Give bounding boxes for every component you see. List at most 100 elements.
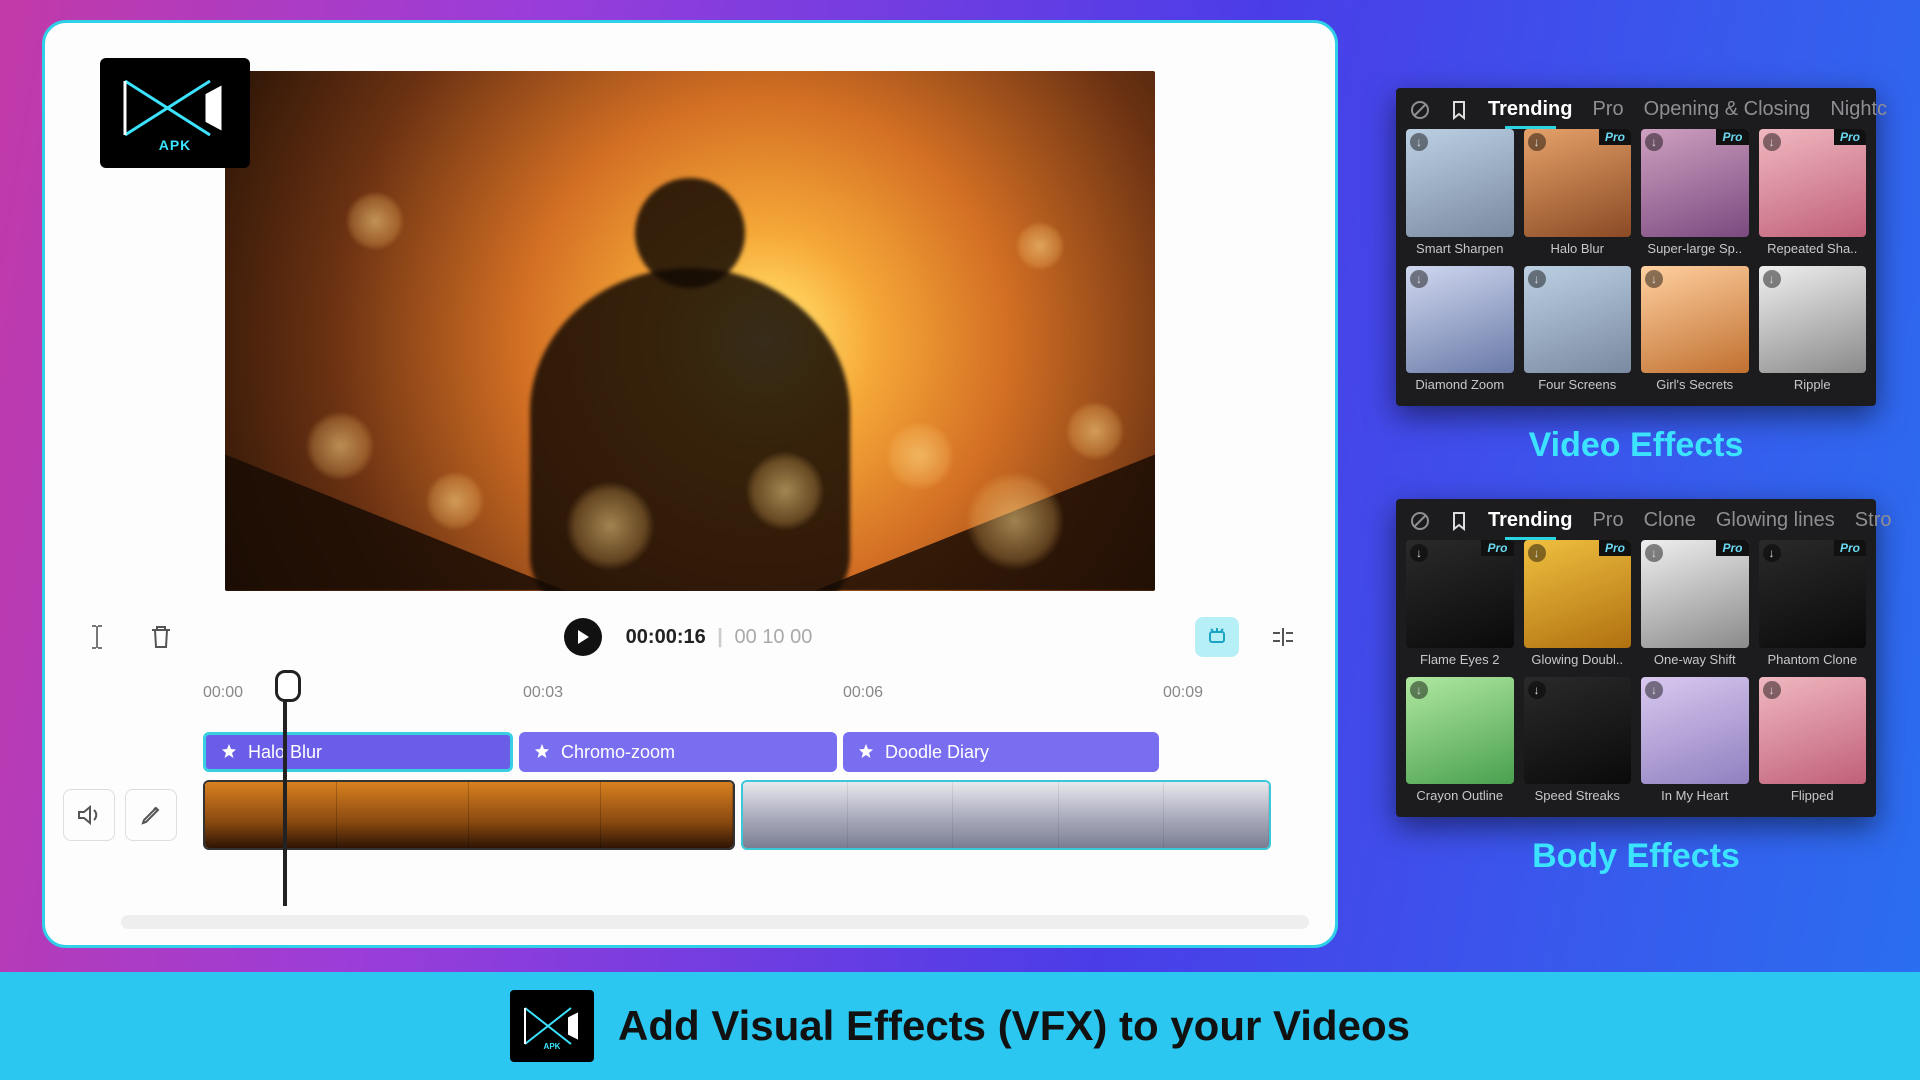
pro-badge: Pro xyxy=(1716,129,1748,145)
tab-trending[interactable]: Trending xyxy=(1488,98,1572,121)
pro-badge: Pro xyxy=(1716,540,1748,556)
effect-thumbnail: ↓ Pro xyxy=(1641,540,1749,648)
download-icon: ↓ xyxy=(1645,270,1663,288)
tab-pro[interactable]: Pro xyxy=(1592,509,1623,532)
effect-item[interactable]: ↓ Pro Super-large Sp.. xyxy=(1641,129,1749,256)
pro-badge: Pro xyxy=(1599,540,1631,556)
download-icon: ↓ xyxy=(1410,681,1428,699)
effect-thumbnail: ↓ xyxy=(1406,677,1514,785)
ruler-mark: 00:09 xyxy=(1163,684,1203,702)
ruler-mark: 00:06 xyxy=(843,684,883,702)
video-effects-panel: TrendingProOpening & ClosingNightc ↓Smar… xyxy=(1396,88,1876,406)
video-effects-tabs: TrendingProOpening & ClosingNightc xyxy=(1406,98,1866,129)
effect-item[interactable]: ↓ Flipped xyxy=(1759,677,1867,804)
effect-item[interactable]: ↓ Four Screens xyxy=(1524,266,1632,393)
effect-label: Ripple xyxy=(1759,377,1867,392)
split-mirror-button[interactable] xyxy=(1263,617,1303,657)
video-clip[interactable] xyxy=(741,780,1271,850)
play-button[interactable] xyxy=(564,618,602,656)
bookmark-icon[interactable] xyxy=(1450,511,1468,531)
tab-nightc[interactable]: Nightc xyxy=(1830,98,1887,121)
effect-item[interactable]: ↓ Diamond Zoom xyxy=(1406,266,1514,393)
edit-tool-button[interactable] xyxy=(125,789,177,841)
effect-thumbnail: ↓ xyxy=(1759,266,1867,374)
current-time: 00:00:16 xyxy=(626,626,706,648)
effect-item[interactable]: ↓Pro Flame Eyes 2 xyxy=(1406,540,1514,667)
effect-thumbnail: ↓ xyxy=(1641,266,1749,374)
effect-item[interactable]: ↓ In My Heart xyxy=(1641,677,1749,804)
none-icon[interactable] xyxy=(1410,100,1430,120)
effect-label: Flipped xyxy=(1759,788,1867,803)
effect-item[interactable]: ↓ProHalo Blur xyxy=(1524,129,1632,256)
pro-badge: Pro xyxy=(1834,540,1866,556)
effect-item[interactable]: ↓ Pro Glowing Doubl.. xyxy=(1524,540,1632,667)
download-icon: ↓ xyxy=(1763,133,1781,151)
effect-item[interactable]: ↓ Ripple xyxy=(1759,266,1867,393)
effect-label: Super-large Sp.. xyxy=(1641,241,1749,256)
effect-thumbnail: ↓ xyxy=(1759,677,1867,785)
none-icon[interactable] xyxy=(1410,511,1430,531)
tab-pro[interactable]: Pro xyxy=(1592,98,1623,121)
effect-item[interactable]: ↓Girl's Secrets xyxy=(1641,266,1749,393)
effect-item[interactable]: ↓ProOne-way Shift xyxy=(1641,540,1749,667)
effect-label: Speed Streaks xyxy=(1524,788,1632,803)
delete-button[interactable] xyxy=(141,617,181,657)
effect-thumbnail: ↓Pro xyxy=(1524,129,1632,237)
effect-thumbnail: ↓ Pro xyxy=(1524,540,1632,648)
mute-toggle-button[interactable] xyxy=(63,789,115,841)
download-icon: ↓ xyxy=(1763,270,1781,288)
effect-label: Crayon Outline xyxy=(1406,788,1514,803)
logo-subtext: APK xyxy=(159,137,192,153)
banner-text: Add Visual Effects (VFX) to your Videos xyxy=(618,1002,1410,1050)
effect-thumbnail: ↓Pro xyxy=(1759,540,1867,648)
effect-label: Diamond Zoom xyxy=(1406,377,1514,392)
effect-item[interactable]: ↓ Crayon Outline xyxy=(1406,677,1514,804)
video-preview[interactable] xyxy=(225,71,1155,591)
effect-item[interactable]: ↓Speed Streaks xyxy=(1524,677,1632,804)
tab-clone[interactable]: Clone xyxy=(1644,509,1696,532)
download-icon: ↓ xyxy=(1528,544,1546,562)
text-cursor-tool-button[interactable] xyxy=(77,617,117,657)
download-icon: ↓ xyxy=(1645,681,1663,699)
effect-label: In My Heart xyxy=(1641,788,1749,803)
download-icon: ↓ xyxy=(1528,270,1546,288)
effect-label: Glowing Doubl.. xyxy=(1524,652,1632,667)
effect-thumbnail: ↓ xyxy=(1641,677,1749,785)
video-editor-window: APK xyxy=(42,20,1338,948)
download-icon: ↓ xyxy=(1645,133,1663,151)
effect-item[interactable]: ↓Pro Phantom Clone xyxy=(1759,540,1867,667)
effect-item[interactable]: ↓ProRepeated Sha.. xyxy=(1759,129,1867,256)
video-track xyxy=(203,780,1271,850)
download-icon: ↓ xyxy=(1410,270,1428,288)
tab-trending[interactable]: Trending xyxy=(1488,509,1572,532)
tab-opening-closing[interactable]: Opening & Closing xyxy=(1644,98,1811,121)
effect-clip[interactable]: Chromo-zoom xyxy=(519,732,837,772)
body-effects-title: Body Effects xyxy=(1396,837,1876,876)
tab-stro[interactable]: Stro xyxy=(1855,509,1892,532)
timeline-scrollbar[interactable] xyxy=(121,915,1309,929)
effect-thumbnail: ↓Pro xyxy=(1759,129,1867,237)
pro-badge: Pro xyxy=(1599,129,1631,145)
download-icon: ↓ xyxy=(1410,133,1428,151)
effect-clip[interactable]: Halo Blur xyxy=(203,732,513,772)
bookmark-icon[interactable] xyxy=(1450,100,1468,120)
playhead[interactable] xyxy=(283,676,287,906)
bottom-banner: APK Add Visual Effects (VFX) to your Vid… xyxy=(0,972,1920,1080)
total-time: 00 10 00 xyxy=(734,626,812,648)
player-controls: 00:00:16 | 00 10 00 xyxy=(51,604,1329,670)
effect-label: Four Screens xyxy=(1524,377,1632,392)
effect-thumbnail: ↓Pro xyxy=(1406,540,1514,648)
download-icon: ↓ xyxy=(1645,544,1663,562)
video-track-row xyxy=(63,780,1317,850)
tab-glowing-lines[interactable]: Glowing lines xyxy=(1716,509,1835,532)
effect-label: Flame Eyes 2 xyxy=(1406,652,1514,667)
body-effects-tabs: TrendingProCloneGlowing linesStro xyxy=(1406,509,1866,540)
timeline-ruler[interactable]: 00:00 00:03 00:06 00:09 xyxy=(203,678,1317,708)
svg-text:APK: APK xyxy=(544,1042,561,1050)
enhance-button[interactable] xyxy=(1195,617,1239,657)
effect-thumbnail: ↓ xyxy=(1524,266,1632,374)
effect-label: Phantom Clone xyxy=(1759,652,1867,667)
pro-badge: Pro xyxy=(1481,540,1513,556)
effect-clip[interactable]: Doodle Diary xyxy=(843,732,1159,772)
effect-item[interactable]: ↓Smart Sharpen xyxy=(1406,129,1514,256)
